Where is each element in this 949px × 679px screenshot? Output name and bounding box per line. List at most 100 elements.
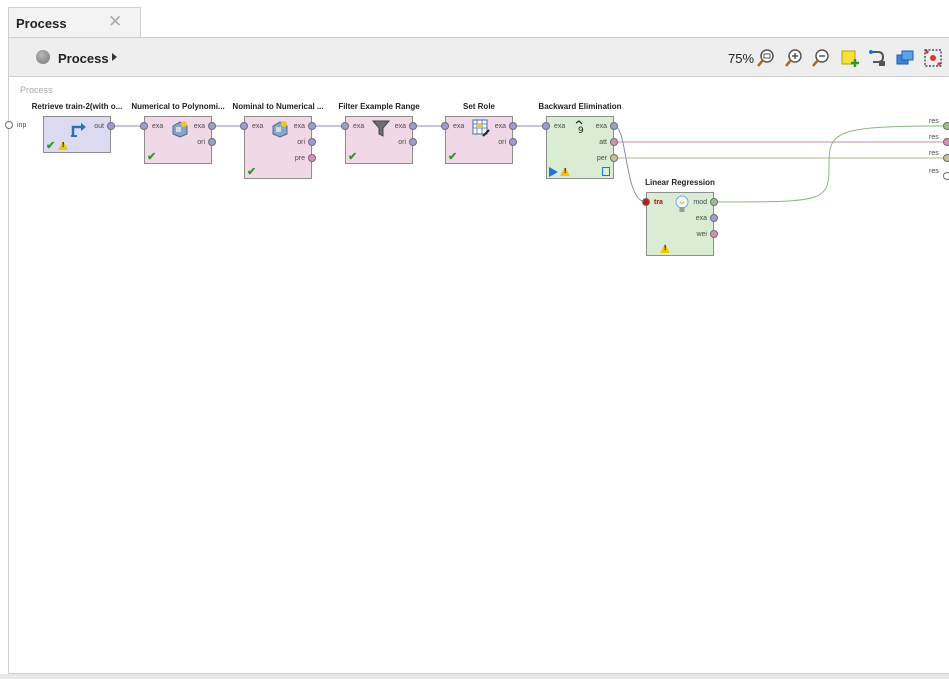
operator-title: Retrieve train-2(with o... [31, 102, 123, 111]
input-port[interactable] [642, 198, 650, 206]
result-port-label: res [929, 118, 939, 125]
result-port[interactable] [943, 172, 949, 180]
warning-icon [560, 167, 570, 176]
output-port[interactable] [509, 138, 517, 146]
breadcrumb-process[interactable]: Process [58, 51, 109, 66]
input-port-label: exa [152, 123, 164, 130]
operator-backelim[interactable]: Backward Elimination 9 exa exa att per [538, 102, 622, 179]
tab-bar: Process ✕ [0, 0, 949, 38]
output-port-label: ori [498, 139, 506, 146]
type-conversion-icon [272, 121, 288, 138]
tab-process[interactable]: Process ✕ [8, 7, 141, 38]
feature-selection-icon: 9 [575, 120, 584, 136]
process-input-port-label: inp [17, 122, 27, 129]
operator-title: Numerical to Polynomi... [131, 102, 225, 111]
operator-filter[interactable]: Filter Example Range exa exa ori ✔ [338, 102, 420, 164]
subprocess-icon[interactable] [602, 167, 610, 176]
type-conversion-icon [172, 121, 188, 138]
output-port[interactable] [710, 214, 718, 222]
input-port-label: exa [353, 123, 365, 130]
output-port-label: per [596, 155, 607, 162]
output-port-label: exa [494, 123, 506, 130]
output-port-label: exa [193, 123, 205, 130]
operator-num2poly[interactable]: Numerical to Polynomi... exa exa ori ✔ [131, 102, 225, 164]
operator-retrieve[interactable]: Retrieve train-2(with o... out ✔ [32, 102, 122, 153]
operator-title: Filter Example Range [338, 102, 420, 111]
output-port[interactable] [208, 122, 216, 130]
output-port[interactable] [308, 154, 316, 162]
tab-label: Process [16, 16, 67, 31]
auto-wire-icon[interactable] [867, 48, 887, 68]
output-port-label: att [599, 139, 607, 146]
auto-layout-icon[interactable] [923, 48, 943, 68]
breadcrumb-arrow-icon[interactable] [112, 53, 117, 61]
output-port-label: mod [693, 199, 707, 206]
status-check-icon: ✔ [147, 151, 157, 163]
output-port-label: wei [696, 231, 707, 238]
order-operators-icon[interactable] [895, 48, 915, 68]
status-check-icon: ✔ [348, 151, 358, 163]
output-port-label: ori [398, 139, 406, 146]
output-port[interactable] [710, 230, 718, 238]
output-port[interactable] [409, 138, 417, 146]
process-input-port[interactable] [5, 121, 13, 129]
operator-title: Set Role [462, 102, 495, 111]
status-check-icon: ✔ [247, 166, 257, 178]
output-port[interactable] [509, 122, 517, 130]
input-port[interactable] [341, 122, 349, 130]
run-subprocess-icon[interactable] [549, 167, 558, 177]
result-port[interactable] [943, 154, 949, 162]
output-port[interactable] [710, 198, 718, 206]
result-port-label: res [929, 168, 939, 175]
status-bar [0, 674, 949, 679]
connection-wires [111, 125, 944, 203]
zoom-in-icon[interactable] [784, 48, 804, 68]
operator-nom2num[interactable]: Nominal to Numerical ... exa exa ori pre ✔ [232, 102, 324, 179]
output-port-label: exa [293, 123, 305, 130]
process-canvas[interactable]: Process inp res res res res Retrieve tra… [5, 77, 949, 674]
status-check-icon: ✔ [46, 140, 56, 152]
zoom-reset-icon[interactable] [756, 48, 776, 68]
input-port-label: tra [654, 199, 663, 206]
operator-title: Nominal to Numerical ... [232, 102, 324, 111]
output-port[interactable] [409, 122, 417, 130]
result-port[interactable] [943, 138, 949, 146]
retrieve-arrow-icon [71, 123, 86, 137]
output-port[interactable] [610, 122, 618, 130]
output-port[interactable] [308, 138, 316, 146]
operator-title: Linear Regression [645, 178, 715, 187]
process-header: Process 75% [8, 37, 949, 77]
filter-funnel-icon [371, 120, 391, 137]
input-port-label: exa [554, 123, 566, 130]
output-port[interactable] [610, 138, 618, 146]
output-port-label: exa [695, 215, 707, 222]
set-role-table-icon [472, 119, 490, 137]
zoom-level: 75% [728, 51, 755, 66]
input-port-label: exa [252, 123, 264, 130]
operator-setrole[interactable]: Set Role exa exa ori ✔ [441, 102, 517, 164]
zoom-out-icon[interactable] [811, 48, 831, 68]
output-port[interactable] [610, 154, 618, 162]
process-icon [36, 50, 50, 64]
input-port[interactable] [240, 122, 248, 130]
output-port-label: ori [297, 139, 305, 146]
operator-linreg[interactable]: Linear Regression tra mod exa wei [642, 178, 718, 256]
add-note-icon[interactable] [840, 48, 860, 68]
output-port[interactable] [308, 122, 316, 130]
input-port[interactable] [441, 122, 449, 130]
output-port-label: exa [394, 123, 406, 130]
result-port[interactable] [943, 122, 949, 130]
input-port[interactable] [542, 122, 550, 130]
close-icon[interactable]: ✕ [108, 12, 122, 32]
status-check-icon: ✔ [448, 151, 458, 163]
operator-title: Backward Elimination [538, 102, 622, 111]
output-port-label: exa [595, 123, 607, 130]
output-port-label: out [94, 123, 104, 130]
input-port[interactable] [140, 122, 148, 130]
output-port[interactable] [208, 138, 216, 146]
warning-icon [58, 141, 68, 150]
output-port[interactable] [107, 122, 115, 130]
wire-model[interactable] [713, 125, 944, 203]
wire-training-set[interactable] [613, 125, 647, 203]
result-port-label: res [929, 150, 939, 157]
